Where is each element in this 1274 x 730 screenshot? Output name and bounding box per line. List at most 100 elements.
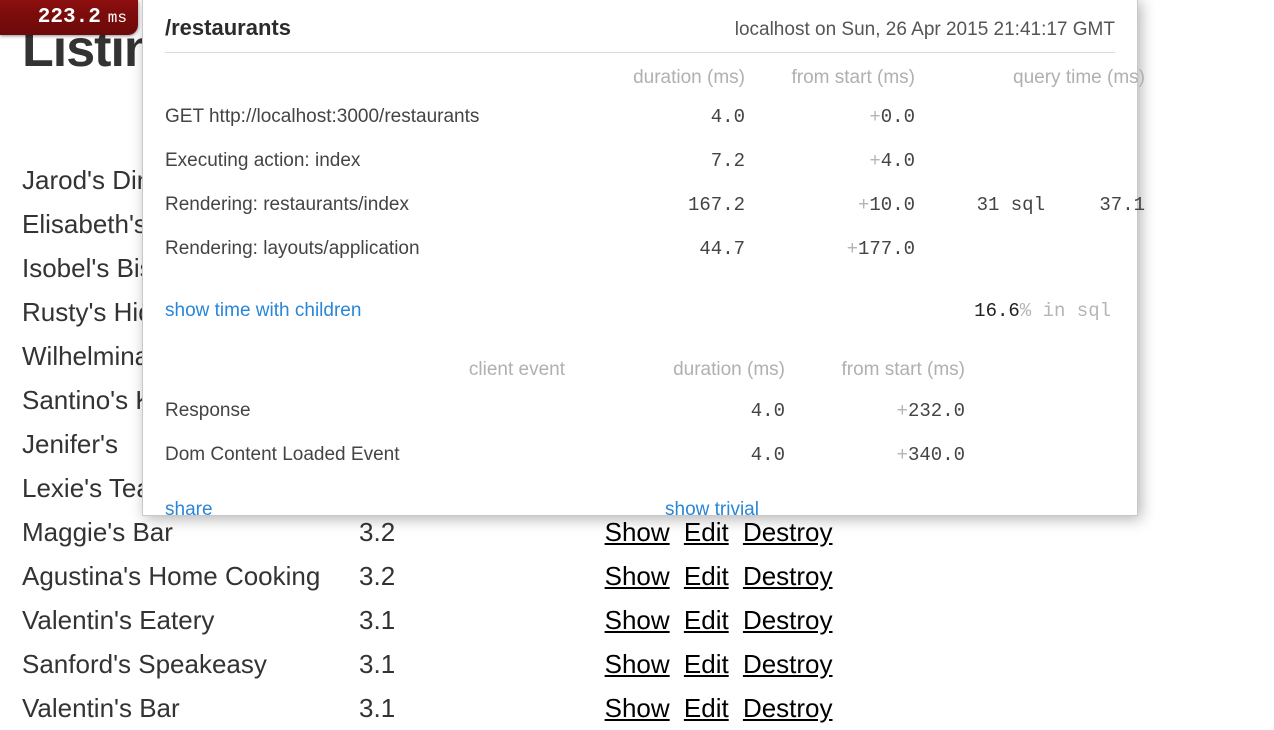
client-event-duration: 4.0 <box>565 433 785 477</box>
profiler-step-duration: 44.7 <box>595 227 745 271</box>
profiler-step-row[interactable]: Rendering: restaurants/index167.2+10.031… <box>165 183 1145 227</box>
table-row: Valentin's Bar3.1Show Edit Destroy <box>22 686 867 730</box>
client-timings-table: client event duration (ms) from start (m… <box>165 355 1145 477</box>
table-row: Valentin's Eatery3.1Show Edit Destroy <box>22 598 867 642</box>
plus-sign: + <box>897 444 908 466</box>
profiler-step-duration: 4.0 <box>595 95 745 139</box>
edit-link[interactable]: Edit <box>684 605 729 635</box>
profiler-step-query-time <box>1045 139 1145 183</box>
restaurant-name: Sanford's Speakeasy <box>22 642 359 686</box>
edit-link[interactable]: Edit <box>684 649 729 679</box>
row-actions: Show Edit Destroy <box>585 642 867 686</box>
plus-sign: + <box>897 400 908 422</box>
table-row: Agustina's Home Cooking3.2Show Edit Dest… <box>22 554 867 598</box>
col-client-pad <box>965 355 1145 389</box>
col-client-event: client event <box>165 355 565 389</box>
profiler-timings-body: GET http://localhost:3000/restaurants4.0… <box>165 95 1145 271</box>
profiler-step-sql-count[interactable]: 31 sql <box>915 183 1045 227</box>
profiler-mid-row: show time with children 16.6% in sql <box>165 271 1115 333</box>
client-row-pad <box>965 389 1145 433</box>
show-link[interactable]: Show <box>605 517 670 547</box>
show-trivial-slot: show trivial <box>665 499 1115 521</box>
restaurant-score: 3.2 <box>359 554 585 598</box>
col-from-start: from start (ms) <box>745 53 915 95</box>
destroy-link[interactable]: Destroy <box>743 561 833 591</box>
sql-percentage-value: 16.6 <box>974 300 1020 322</box>
edit-link[interactable]: Edit <box>684 517 729 547</box>
destroy-link[interactable]: Destroy <box>743 605 833 635</box>
profiler-host-timestamp: localhost on Sun, 26 Apr 2015 21:41:17 G… <box>735 19 1115 41</box>
profiler-timings-head: duration (ms) from start (ms) query time… <box>165 53 1145 95</box>
plus-sign: + <box>869 106 880 128</box>
badge-unit: ms <box>108 9 127 27</box>
client-timings-head: client event duration (ms) from start (m… <box>165 355 1145 389</box>
show-link[interactable]: Show <box>605 649 670 679</box>
destroy-link[interactable]: Destroy <box>743 693 833 723</box>
profiler-timings-table: duration (ms) from start (ms) query time… <box>165 53 1145 271</box>
profiler-step-label: GET http://localhost:3000/restaurants <box>165 95 595 139</box>
profiler-step-row[interactable]: GET http://localhost:3000/restaurants4.0… <box>165 95 1145 139</box>
profiler-step-row[interactable]: Rendering: layouts/application44.7+177.0 <box>165 227 1145 271</box>
profiler-timings-header-row: duration (ms) from start (ms) query time… <box>165 53 1145 95</box>
col-client-from-start: from start (ms) <box>785 355 965 389</box>
profiler-step-row[interactable]: Executing action: index7.2+4.0 <box>165 139 1145 183</box>
row-actions: Show Edit Destroy <box>585 686 867 730</box>
profiler-step-from-start: +0.0 <box>745 95 915 139</box>
profiler-step-label: Executing action: index <box>165 139 595 183</box>
restaurant-score: 3.1 <box>359 642 585 686</box>
client-event-label: Dom Content Loaded Event <box>165 433 565 477</box>
plus-sign: + <box>847 238 858 260</box>
client-timings-header-row: client event duration (ms) from start (m… <box>165 355 1145 389</box>
profiler-step-sql-count <box>915 139 1045 183</box>
col-query-time: query time (ms) <box>915 53 1145 95</box>
restaurant-score: 3.1 <box>359 598 585 642</box>
profiler-header: /restaurants localhost on Sun, 26 Apr 20… <box>165 0 1115 53</box>
share-link[interactable]: share <box>165 499 213 520</box>
client-timing-row: Dom Content Loaded Event4.0+340.0 <box>165 433 1145 477</box>
badge-total-time: 223.2 <box>38 6 101 29</box>
profiler-step-label: Rendering: layouts/application <box>165 227 595 271</box>
profiler-step-from-start: +10.0 <box>745 183 915 227</box>
col-client-duration: duration (ms) <box>565 355 785 389</box>
restaurant-name: Valentin's Eatery <box>22 598 359 642</box>
profiler-step-query-time <box>1045 227 1145 271</box>
plus-sign: + <box>858 194 869 216</box>
profiler-step-duration: 7.2 <box>595 139 745 183</box>
profiler-route: /restaurants <box>165 15 291 41</box>
row-actions: Show Edit Destroy <box>585 598 867 642</box>
mini-profiler-popup[interactable]: /restaurants localhost on Sun, 26 Apr 20… <box>142 0 1138 516</box>
profiler-step-from-start: +4.0 <box>745 139 915 183</box>
restaurant-name: Agustina's Home Cooking <box>22 554 359 598</box>
restaurant-name: Valentin's Bar <box>22 686 359 730</box>
client-event-label: Response <box>165 389 565 433</box>
show-time-with-children-link[interactable]: show time with children <box>165 300 361 322</box>
destroy-link[interactable]: Destroy <box>743 517 833 547</box>
table-row: Sanford's Speakeasy3.1Show Edit Destroy <box>22 642 867 686</box>
client-event-duration: 4.0 <box>565 389 785 433</box>
share-slot: share <box>165 499 665 521</box>
col-duration: duration (ms) <box>595 53 745 95</box>
profiler-step-from-start: +177.0 <box>745 227 915 271</box>
mini-profiler-badge[interactable]: 223.2 ms <box>0 0 138 35</box>
restaurant-score: 3.1 <box>359 686 585 730</box>
client-timings-body: Response4.0+232.0Dom Content Loaded Even… <box>165 389 1145 477</box>
profiler-step-sql-count <box>915 95 1045 139</box>
col-step <box>165 53 595 95</box>
client-event-from-start: +232.0 <box>785 389 965 433</box>
plus-sign: + <box>869 150 880 172</box>
row-actions: Show Edit Destroy <box>585 554 867 598</box>
show-link[interactable]: Show <box>605 605 670 635</box>
destroy-link[interactable]: Destroy <box>743 649 833 679</box>
sql-percentage: 16.6% in sql <box>974 300 1115 322</box>
edit-link[interactable]: Edit <box>684 693 729 723</box>
client-row-pad <box>965 433 1145 477</box>
profiler-footer: share show trivial <box>165 477 1115 521</box>
show-link[interactable]: Show <box>605 561 670 591</box>
edit-link[interactable]: Edit <box>684 561 729 591</box>
profiler-step-sql-count <box>915 227 1045 271</box>
client-timing-row: Response4.0+232.0 <box>165 389 1145 433</box>
show-link[interactable]: Show <box>605 693 670 723</box>
profiler-step-duration: 167.2 <box>595 183 745 227</box>
profiler-step-query-time: 37.1 <box>1045 183 1145 227</box>
show-trivial-link[interactable]: show trivial <box>665 499 759 520</box>
